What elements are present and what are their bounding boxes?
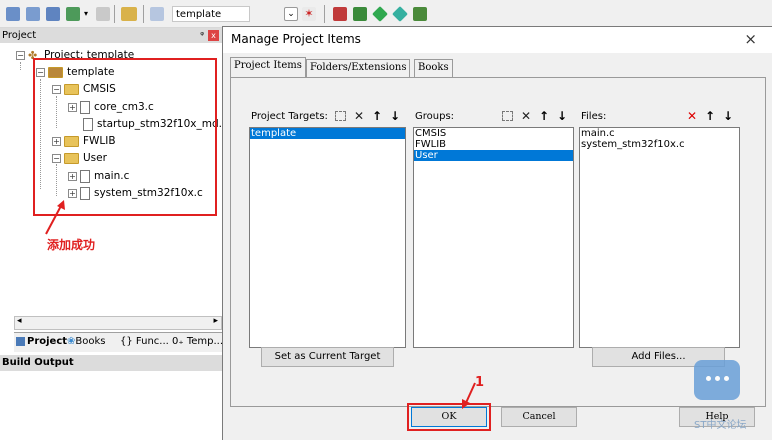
project-pane-header: Project ᵠ x <box>0 28 222 43</box>
files-header: Files: ✕ ↑ ↓ <box>579 109 739 125</box>
tab-project-items[interactable]: Project Items <box>230 57 306 77</box>
groups-header: Groups: ✕ ↑ ↓ <box>413 109 573 125</box>
move-up-icon[interactable]: ↑ <box>370 109 384 123</box>
download-icon[interactable] <box>66 7 80 21</box>
new-item-icon[interactable] <box>502 111 513 121</box>
files-list[interactable]: main.c system_stm32f10x.c <box>579 127 740 348</box>
tree-line <box>20 62 21 70</box>
groups-label: Groups: <box>415 111 455 122</box>
target-select[interactable]: template <box>172 6 250 22</box>
green-diamond-icon[interactable] <box>372 6 388 22</box>
move-down-icon[interactable]: ↓ <box>721 109 735 123</box>
new-item-icon[interactable] <box>335 111 346 121</box>
tab-project[interactable]: Project <box>16 336 67 347</box>
wizard-icon[interactable]: ✶ <box>302 7 316 21</box>
delete-icon[interactable]: ✕ <box>519 109 533 123</box>
load-icon[interactable] <box>121 7 137 21</box>
pin-icon[interactable]: ᵠ <box>200 29 204 44</box>
tab-functions[interactable]: {} Func... <box>120 336 169 347</box>
batch-build-icon[interactable] <box>46 7 60 21</box>
dialog-tab-strip: Project Items Folders/Extensions Books <box>230 57 460 77</box>
pane-tabs: Project ❀Books {} Func... 0₊ Temp... <box>14 332 223 352</box>
watermark: ST中文论坛 <box>694 360 770 438</box>
toolbar-separator <box>324 5 325 23</box>
list-item[interactable]: system_stm32f10x.c <box>580 139 739 150</box>
list-item[interactable]: CMSIS <box>414 128 573 139</box>
tab-templates[interactable]: 0₊ Temp... <box>172 336 223 347</box>
list-item[interactable]: main.c <box>580 128 739 139</box>
annotation-number: 1 <box>475 375 485 390</box>
move-down-icon[interactable]: ↓ <box>388 109 402 123</box>
delete-icon[interactable]: ✕ <box>685 109 699 123</box>
project-tab-icon <box>16 336 25 346</box>
project-targets-label: Project Targets: <box>251 111 328 122</box>
move-up-icon[interactable]: ↑ <box>703 109 717 123</box>
project-pane-title: Project <box>2 30 37 41</box>
project-pane: Project ᵠ x − ✤ Project: template − templat… <box>0 28 227 440</box>
horizontal-scrollbar[interactable]: ◂ ▸ <box>14 316 222 330</box>
annotation-arrow-icon <box>45 200 65 235</box>
dialog-title: Manage Project Items <box>231 32 361 46</box>
move-up-icon[interactable]: ↑ <box>537 109 551 123</box>
annotation-text: 添加成功 <box>47 238 96 252</box>
build-icon[interactable] <box>6 7 20 21</box>
scroll-left-icon[interactable]: ◂ <box>17 316 22 326</box>
rebuild-icon[interactable] <box>26 7 40 21</box>
window-icon[interactable] <box>150 7 164 21</box>
dropdown-arrow-icon[interactable]: ▾ <box>84 7 92 21</box>
toolbar-separator <box>143 5 144 23</box>
groups-list[interactable]: CMSIS FWLIB User <box>413 127 574 348</box>
chat-bubble-icon <box>694 360 740 400</box>
manage-project-dialog: Manage Project Items × Project Items Fol… <box>222 26 772 440</box>
delete-icon[interactable]: ✕ <box>352 109 366 123</box>
close-pane-icon[interactable]: x <box>208 30 219 41</box>
files-label: Files: <box>581 111 607 122</box>
teal-diamond-icon[interactable] <box>392 6 408 22</box>
pack-icon[interactable] <box>353 7 367 21</box>
watermark-text: ST中文论坛 <box>694 420 747 431</box>
dropdown-arrow-icon[interactable]: ⌄ <box>284 7 298 21</box>
move-down-icon[interactable]: ↓ <box>555 109 569 123</box>
tab-folders-extensions[interactable]: Folders/Extensions <box>306 59 411 77</box>
close-icon[interactable]: × <box>744 30 757 48</box>
tab-label: Books <box>75 336 106 347</box>
project-targets-list[interactable]: template <box>249 127 406 348</box>
list-item[interactable]: FWLIB <box>414 139 573 150</box>
scroll-right-icon[interactable]: ▸ <box>213 316 218 326</box>
main-toolbar: ▾ template ⌄ ✶ <box>0 0 772 28</box>
cancel-button[interactable]: Cancel <box>501 407 577 427</box>
manage-project-icon[interactable] <box>333 7 347 21</box>
dialog-titlebar: Manage Project Items × <box>223 27 772 53</box>
toolbar-separator <box>114 5 115 23</box>
book-icon[interactable] <box>413 7 427 21</box>
list-item[interactable]: template <box>250 128 405 139</box>
build-output-header: Build Output <box>0 355 222 371</box>
list-item[interactable]: User <box>414 150 573 161</box>
highlight-box <box>33 58 217 216</box>
options-icon[interactable] <box>96 7 110 21</box>
tab-label: Project <box>27 336 68 347</box>
tab-books[interactable]: ❀Books <box>67 336 106 347</box>
annotation-arrow-icon <box>462 382 476 409</box>
collapse-icon[interactable]: − <box>16 50 25 60</box>
set-current-target-button[interactable]: Set as Current Target <box>261 347 394 367</box>
project-targets-header: Project Targets: ✕ ↑ ↓ <box>249 109 405 125</box>
tab-books[interactable]: Books <box>414 59 453 77</box>
